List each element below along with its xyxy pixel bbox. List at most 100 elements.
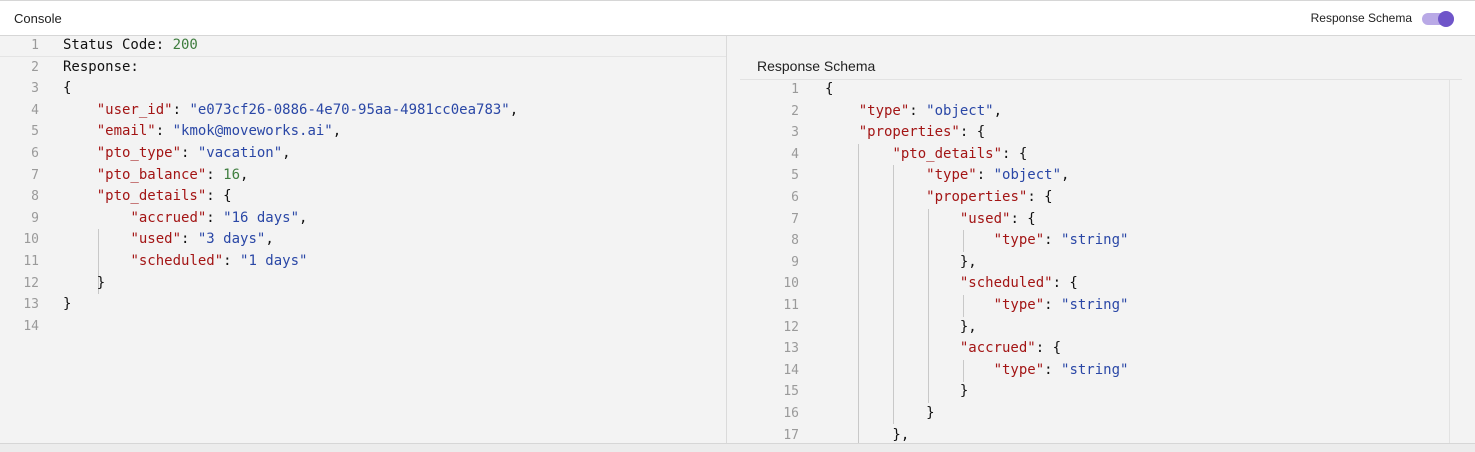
- json-string: "object": [926, 102, 994, 119]
- response-schema-toggle[interactable]: [1422, 11, 1456, 27]
- json-punctuation: :: [909, 102, 927, 119]
- json-punctuation: },: [825, 253, 977, 270]
- code-line: },: [825, 425, 909, 443]
- json-punctuation: :: [1044, 297, 1062, 313]
- line-number: 3: [31, 81, 39, 97]
- code-line: "scheduled": {: [825, 273, 1078, 295]
- json-punctuation: {: [825, 81, 834, 97]
- json-punctuation: :: [976, 167, 994, 184]
- json-punctuation: :: [172, 101, 190, 118]
- json-string: "vacation": [197, 145, 283, 161]
- console-title: Console: [14, 11, 62, 26]
- code-line: "type": "string": [825, 295, 1129, 317]
- json-punctuation: ,: [509, 101, 519, 118]
- json-punctuation: : {: [1027, 189, 1053, 205]
- line-number: 16: [783, 406, 799, 421]
- code-line: }: [63, 273, 105, 295]
- json-punctuation: : {: [1002, 145, 1028, 162]
- json-punctuation: Response:: [63, 58, 139, 75]
- json-key: "used": [959, 210, 1011, 227]
- json-punctuation: :: [181, 231, 198, 248]
- pane-divider[interactable]: [726, 36, 727, 452]
- json-punctuation: : {: [1052, 275, 1078, 292]
- response-schema-title: Response Schema: [757, 58, 876, 74]
- json-punctuation: },: [825, 426, 910, 443]
- json-punctuation: : {: [206, 188, 232, 205]
- json-punctuation: :: [206, 166, 224, 183]
- line-number: 11: [23, 254, 39, 269]
- editor-top-border: [740, 79, 1462, 80]
- line-number: 10: [23, 232, 39, 248]
- line-number: 5: [31, 124, 39, 140]
- line-number: 9: [31, 210, 39, 226]
- code-line: "scheduled": "1 days": [63, 251, 307, 273]
- json-number: 200: [172, 37, 198, 53]
- json-punctuation: [825, 189, 926, 205]
- line-number: 9: [791, 254, 799, 270]
- code-line: }: [825, 381, 968, 403]
- json-punctuation: [63, 253, 130, 269]
- code-line: "pto_type": "vacation",: [63, 143, 291, 165]
- horizontal-scrollbar[interactable]: [0, 443, 1475, 452]
- code-line: },: [825, 252, 977, 274]
- json-key: "pto_balance": [96, 166, 207, 183]
- json-key: "scheduled": [959, 275, 1053, 292]
- line-number: 2: [791, 103, 799, 119]
- json-punctuation: [825, 275, 960, 291]
- line-number: 13: [23, 297, 39, 313]
- code-line: "email": "kmok@moveworks.ai",: [63, 121, 341, 143]
- line-number: 15: [783, 384, 799, 400]
- json-punctuation: : {: [959, 124, 986, 141]
- json-punctuation: [63, 123, 97, 139]
- json-punctuation: ,: [332, 123, 342, 140]
- json-key: "pto_type": [96, 145, 182, 161]
- json-punctuation: ,: [299, 209, 308, 226]
- code-line: "accrued": "16 days",: [63, 208, 307, 230]
- json-punctuation: [825, 211, 960, 227]
- json-punctuation: }: [825, 383, 969, 400]
- json-string: "1 days": [240, 253, 308, 269]
- code-line: {: [63, 78, 71, 100]
- json-string: "string": [1061, 361, 1129, 378]
- toggle-knob: [1438, 11, 1454, 27]
- json-punctuation: :: [206, 209, 224, 226]
- json-punctuation: ,: [282, 145, 291, 161]
- line-number: 11: [783, 298, 799, 313]
- code-line: "pto_details": {: [825, 144, 1027, 166]
- line-number: 4: [791, 146, 799, 162]
- code-line: {: [825, 79, 833, 101]
- json-key: "accrued": [130, 209, 207, 226]
- json-key: "pto_details": [96, 188, 207, 205]
- code-line: Response:: [63, 57, 139, 79]
- code-line: }: [825, 403, 934, 425]
- code-line: "properties": {: [825, 187, 1053, 209]
- code-line: "properties": {: [825, 122, 985, 144]
- json-punctuation: :: [181, 145, 198, 161]
- json-punctuation: : {: [1010, 210, 1036, 227]
- json-punctuation: {: [63, 80, 72, 97]
- response-code-editor[interactable]: 1 Status Code: 200 2 Response: 3 {4 "user_id"…: [0, 35, 726, 443]
- code-line: "type": "string": [825, 360, 1129, 382]
- response-schema-editor[interactable]: 1{2 "type": "object", 3 "properties": {4 …: [740, 79, 1462, 443]
- code-line: "accrued": {: [825, 338, 1061, 360]
- line-number: 13: [783, 341, 799, 357]
- code-line: "used": "3 days",: [63, 229, 273, 251]
- json-punctuation: :: [155, 123, 173, 140]
- json-punctuation: }: [63, 274, 106, 291]
- json-punctuation: [63, 210, 130, 226]
- json-punctuation: [825, 146, 892, 162]
- line-number: 7: [31, 167, 39, 183]
- json-punctuation: :: [1044, 361, 1062, 378]
- json-punctuation: [825, 340, 960, 356]
- json-punctuation: [825, 103, 859, 119]
- line-number: 12: [783, 319, 799, 335]
- json-punctuation: [825, 362, 994, 378]
- line-number: 14: [23, 318, 39, 334]
- line-number: 1: [791, 82, 799, 97]
- json-punctuation: Status Code:: [63, 37, 173, 53]
- line-number: 5: [791, 168, 799, 184]
- json-punctuation: :: [1044, 232, 1062, 249]
- json-punctuation: [825, 297, 994, 313]
- json-key: "type": [993, 361, 1045, 378]
- json-punctuation: },: [825, 318, 977, 335]
